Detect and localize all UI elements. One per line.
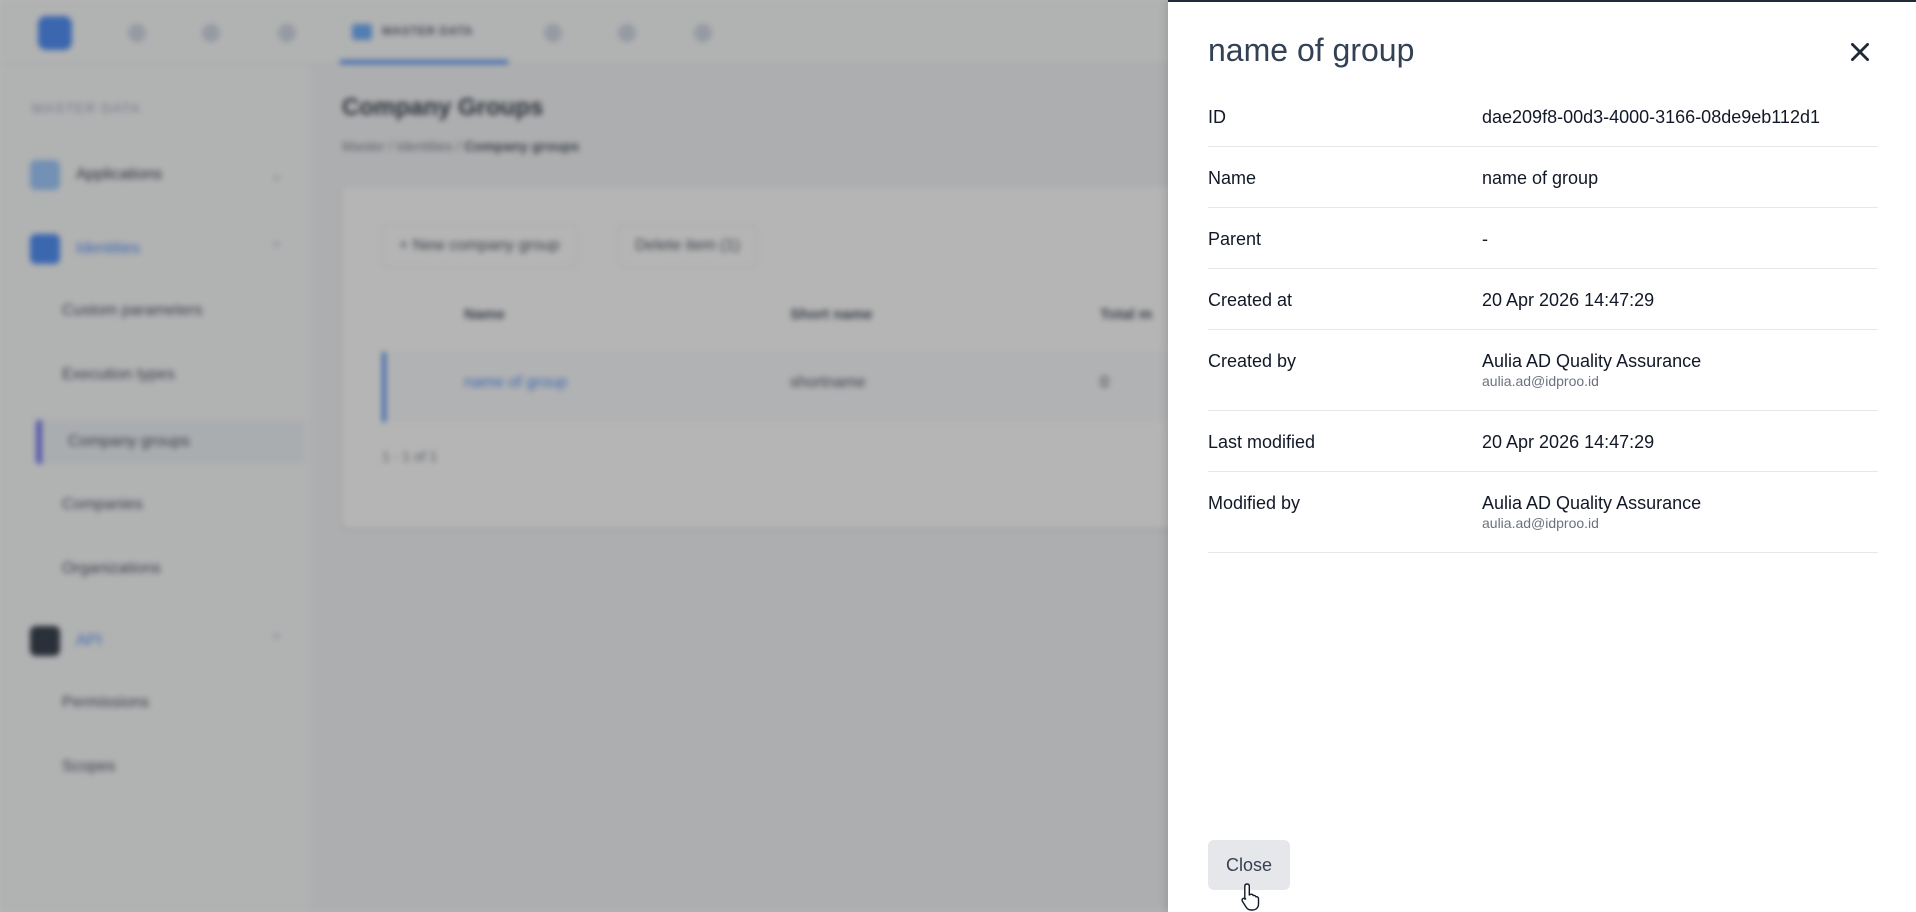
details-drawer: name of group ID dae209f8-00d3-4000-3166… xyxy=(1168,0,1916,912)
detail-email: aulia.ad@idproo.id xyxy=(1482,515,1599,531)
detail-label: Created by xyxy=(1208,351,1297,371)
hand-pointer-icon xyxy=(1241,883,1260,911)
detail-value: dae209f8-00d3-4000-3166-08de9eb112d1 xyxy=(1482,107,1820,127)
detail-value: Aulia AD Quality Assurance xyxy=(1482,493,1702,513)
detail-email: aulia.ad@idproo.id xyxy=(1482,373,1599,389)
detail-row-id: ID dae209f8-00d3-4000-3166-08de9eb112d1 xyxy=(1208,86,1878,147)
detail-value: - xyxy=(1482,229,1488,249)
detail-value: 20 Apr 2026 14:47:29 xyxy=(1482,432,1655,452)
detail-row-created-by: Created by Aulia AD Quality Assurance au… xyxy=(1208,330,1878,411)
detail-value: 20 Apr 2026 14:47:29 xyxy=(1482,290,1655,310)
detail-row-modified-by: Modified by Aulia AD Quality Assurance a… xyxy=(1208,472,1878,553)
detail-value: Aulia AD Quality Assurance xyxy=(1482,351,1702,371)
detail-row-last-modified: Last modified 20 Apr 2026 14:47:29 xyxy=(1208,411,1878,472)
detail-label: Last modified xyxy=(1208,432,1316,452)
close-icon[interactable] xyxy=(1840,32,1880,72)
close-icon-glyph xyxy=(1851,43,1869,61)
detail-row-created-at: Created at 20 Apr 2026 14:47:29 xyxy=(1208,269,1878,330)
drawer-title: name of group xyxy=(1208,32,1415,68)
detail-label: Name xyxy=(1208,168,1257,188)
detail-value: name of group xyxy=(1482,168,1599,188)
detail-label: Modified by xyxy=(1208,493,1301,513)
detail-row-name: Name name of group xyxy=(1208,147,1878,208)
detail-label: ID xyxy=(1208,107,1226,127)
detail-row-parent: Parent - xyxy=(1208,208,1878,269)
detail-label: Parent xyxy=(1208,229,1262,249)
modal-overlay[interactable] xyxy=(0,0,1168,912)
detail-label: Created at xyxy=(1208,290,1293,310)
details-list: ID dae209f8-00d3-4000-3166-08de9eb112d1 … xyxy=(1208,86,1878,553)
